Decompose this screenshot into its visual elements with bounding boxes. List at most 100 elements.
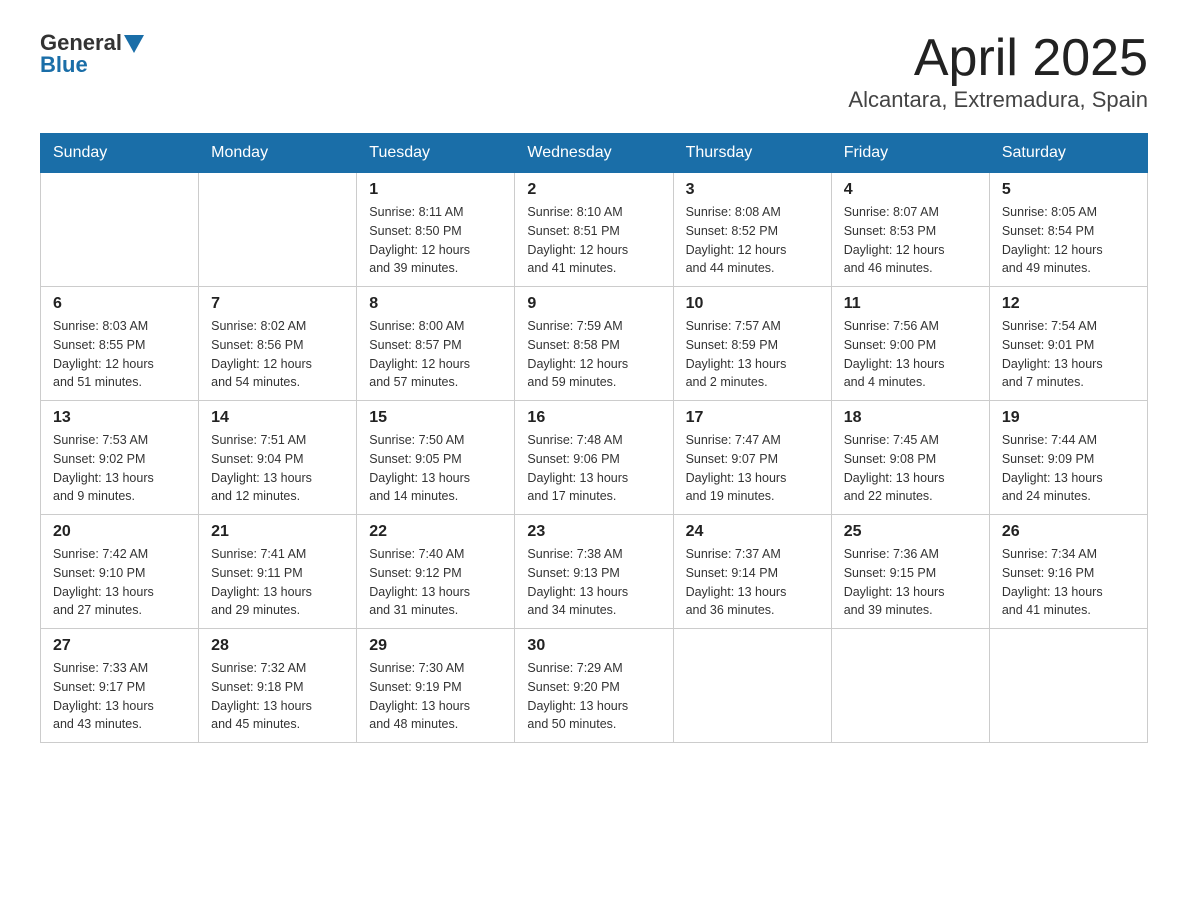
logo-triangle-icon xyxy=(124,35,144,53)
page-header: General Blue April 2025 Alcantara, Extre… xyxy=(40,30,1148,113)
weekday-header-monday: Monday xyxy=(199,134,357,173)
day-info: Sunrise: 7:54 AMSunset: 9:01 PMDaylight:… xyxy=(1002,317,1135,392)
day-info: Sunrise: 8:07 AMSunset: 8:53 PMDaylight:… xyxy=(844,203,977,278)
day-cell-22: 22 Sunrise: 7:40 AMSunset: 9:12 PMDayligh… xyxy=(357,515,515,629)
day-cell-3: 3Sunrise: 8:08 AMSunset: 8:52 PMDaylight… xyxy=(673,173,831,287)
day-cell-21: 21Sunrise: 7:41 AMSunset: 9:11 PMDayligh… xyxy=(199,515,357,629)
day-info: Sunrise: 7:51 AMSunset: 9:04 PMDaylight:… xyxy=(211,431,344,506)
title-area: April 2025 Alcantara, Extremadura, Spain xyxy=(848,30,1148,113)
day-number: 7 xyxy=(211,295,344,313)
week-row-5: 27 Sunrise: 7:33 AMSunset: 9:17 PMDayligh… xyxy=(41,629,1148,743)
weekday-header-wednesday: Wednesday xyxy=(515,134,673,173)
day-info: Sunrise: 8:02 AMSunset: 8:56 PMDaylight:… xyxy=(211,317,344,392)
day-number: 4 xyxy=(844,181,977,199)
day-cell-20: 20Sunrise: 7:42 AMSunset: 9:10 PMDayligh… xyxy=(41,515,199,629)
day-info: Sunrise: 8:10 AMSunset: 8:51 PMDaylight:… xyxy=(527,203,660,278)
empty-cell xyxy=(673,629,831,743)
weekday-header-thursday: Thursday xyxy=(673,134,831,173)
day-info: Sunrise: 8:05 AMSunset: 8:54 PMDaylight:… xyxy=(1002,203,1135,278)
day-number: 17 xyxy=(686,409,819,427)
day-number: 27 xyxy=(53,637,186,655)
weekday-header-friday: Friday xyxy=(831,134,989,173)
day-info: Sunrise: 7:50 AMSunset: 9:05 PMDaylight:… xyxy=(369,431,502,506)
day-number: 10 xyxy=(686,295,819,313)
day-cell-7: 7 Sunrise: 8:02 AMSunset: 8:56 PMDaylight… xyxy=(199,287,357,401)
day-number: 8 xyxy=(369,295,502,313)
day-cell-27: 27 Sunrise: 7:33 AMSunset: 9:17 PMDayligh… xyxy=(41,629,199,743)
day-cell-9: 9Sunrise: 7:59 AMSunset: 8:58 PMDaylight… xyxy=(515,287,673,401)
day-number: 18 xyxy=(844,409,977,427)
day-info: Sunrise: 7:47 AMSunset: 9:07 PMDaylight:… xyxy=(686,431,819,506)
day-number: 29 xyxy=(369,637,502,655)
day-cell-19: 19Sunrise: 7:44 AMSunset: 9:09 PMDayligh… xyxy=(989,401,1147,515)
day-cell-29: 29 Sunrise: 7:30 AMSunset: 9:19 PMDayligh… xyxy=(357,629,515,743)
day-info: Sunrise: 7:33 AMSunset: 9:17 PMDaylight:… xyxy=(53,659,186,734)
day-info: Sunrise: 7:45 AMSunset: 9:08 PMDaylight:… xyxy=(844,431,977,506)
day-cell-16: 16Sunrise: 7:48 AMSunset: 9:06 PMDayligh… xyxy=(515,401,673,515)
day-info: Sunrise: 7:38 AMSunset: 9:13 PMDaylight:… xyxy=(527,545,660,620)
day-number: 21 xyxy=(211,523,344,541)
day-cell-6: 6 Sunrise: 8:03 AMSunset: 8:55 PMDaylight… xyxy=(41,287,199,401)
weekday-header-saturday: Saturday xyxy=(989,134,1147,173)
day-number: 28 xyxy=(211,637,344,655)
empty-cell xyxy=(199,173,357,287)
day-cell-1: 1 Sunrise: 8:11 AMSunset: 8:50 PMDaylight… xyxy=(357,173,515,287)
calendar-header-row: SundayMondayTuesdayWednesdayThursdayFrid… xyxy=(41,134,1148,173)
week-row-3: 13 Sunrise: 7:53 AMSunset: 9:02 PMDayligh… xyxy=(41,401,1148,515)
empty-cell xyxy=(41,173,199,287)
day-info: Sunrise: 7:56 AMSunset: 9:00 PMDaylight:… xyxy=(844,317,977,392)
weekday-header-tuesday: Tuesday xyxy=(357,134,515,173)
day-number: 13 xyxy=(53,409,186,427)
day-info: Sunrise: 8:11 AMSunset: 8:50 PMDaylight:… xyxy=(369,203,502,278)
week-row-4: 20Sunrise: 7:42 AMSunset: 9:10 PMDayligh… xyxy=(41,515,1148,629)
day-info: Sunrise: 7:44 AMSunset: 9:09 PMDaylight:… xyxy=(1002,431,1135,506)
day-number: 5 xyxy=(1002,181,1135,199)
day-cell-24: 24 Sunrise: 7:37 AMSunset: 9:14 PMDayligh… xyxy=(673,515,831,629)
day-number: 24 xyxy=(686,523,819,541)
day-info: Sunrise: 7:40 AMSunset: 9:12 PMDaylight:… xyxy=(369,545,502,620)
day-info: Sunrise: 7:29 AMSunset: 9:20 PMDaylight:… xyxy=(527,659,660,734)
day-cell-10: 10 Sunrise: 7:57 AMSunset: 8:59 PMDayligh… xyxy=(673,287,831,401)
day-cell-11: 11 Sunrise: 7:56 AMSunset: 9:00 PMDayligh… xyxy=(831,287,989,401)
day-info: Sunrise: 7:34 AMSunset: 9:16 PMDaylight:… xyxy=(1002,545,1135,620)
day-info: Sunrise: 7:36 AMSunset: 9:15 PMDaylight:… xyxy=(844,545,977,620)
day-number: 3 xyxy=(686,181,819,199)
day-cell-28: 28Sunrise: 7:32 AMSunset: 9:18 PMDayligh… xyxy=(199,629,357,743)
day-number: 11 xyxy=(844,295,977,313)
day-info: Sunrise: 8:00 AMSunset: 8:57 PMDaylight:… xyxy=(369,317,502,392)
day-cell-8: 8 Sunrise: 8:00 AMSunset: 8:57 PMDaylight… xyxy=(357,287,515,401)
day-number: 1 xyxy=(369,181,502,199)
day-cell-2: 2 Sunrise: 8:10 AMSunset: 8:51 PMDaylight… xyxy=(515,173,673,287)
day-cell-4: 4 Sunrise: 8:07 AMSunset: 8:53 PMDaylight… xyxy=(831,173,989,287)
day-cell-26: 26 Sunrise: 7:34 AMSunset: 9:16 PMDayligh… xyxy=(989,515,1147,629)
week-row-1: 1 Sunrise: 8:11 AMSunset: 8:50 PMDaylight… xyxy=(41,173,1148,287)
day-number: 20 xyxy=(53,523,186,541)
day-number: 26 xyxy=(1002,523,1135,541)
day-cell-12: 12 Sunrise: 7:54 AMSunset: 9:01 PMDayligh… xyxy=(989,287,1147,401)
day-cell-15: 15 Sunrise: 7:50 AMSunset: 9:05 PMDayligh… xyxy=(357,401,515,515)
day-info: Sunrise: 7:53 AMSunset: 9:02 PMDaylight:… xyxy=(53,431,186,506)
day-info: Sunrise: 7:59 AMSunset: 8:58 PMDaylight:… xyxy=(527,317,660,392)
day-info: Sunrise: 8:03 AMSunset: 8:55 PMDaylight:… xyxy=(53,317,186,392)
day-number: 23 xyxy=(527,523,660,541)
day-number: 12 xyxy=(1002,295,1135,313)
empty-cell xyxy=(831,629,989,743)
day-number: 14 xyxy=(211,409,344,427)
day-number: 22 xyxy=(369,523,502,541)
empty-cell xyxy=(989,629,1147,743)
weekday-header-sunday: Sunday xyxy=(41,134,199,173)
day-cell-17: 17 Sunrise: 7:47 AMSunset: 9:07 PMDayligh… xyxy=(673,401,831,515)
day-info: Sunrise: 7:37 AMSunset: 9:14 PMDaylight:… xyxy=(686,545,819,620)
day-info: Sunrise: 7:30 AMSunset: 9:19 PMDaylight:… xyxy=(369,659,502,734)
day-number: 16 xyxy=(527,409,660,427)
day-info: Sunrise: 7:57 AMSunset: 8:59 PMDaylight:… xyxy=(686,317,819,392)
day-number: 15 xyxy=(369,409,502,427)
calendar-table: SundayMondayTuesdayWednesdayThursdayFrid… xyxy=(40,133,1148,743)
day-cell-13: 13 Sunrise: 7:53 AMSunset: 9:02 PMDayligh… xyxy=(41,401,199,515)
day-cell-5: 5 Sunrise: 8:05 AMSunset: 8:54 PMDaylight… xyxy=(989,173,1147,287)
day-cell-18: 18 Sunrise: 7:45 AMSunset: 9:08 PMDayligh… xyxy=(831,401,989,515)
calendar-subtitle: Alcantara, Extremadura, Spain xyxy=(848,87,1148,113)
day-number: 2 xyxy=(527,181,660,199)
day-number: 25 xyxy=(844,523,977,541)
day-number: 6 xyxy=(53,295,186,313)
